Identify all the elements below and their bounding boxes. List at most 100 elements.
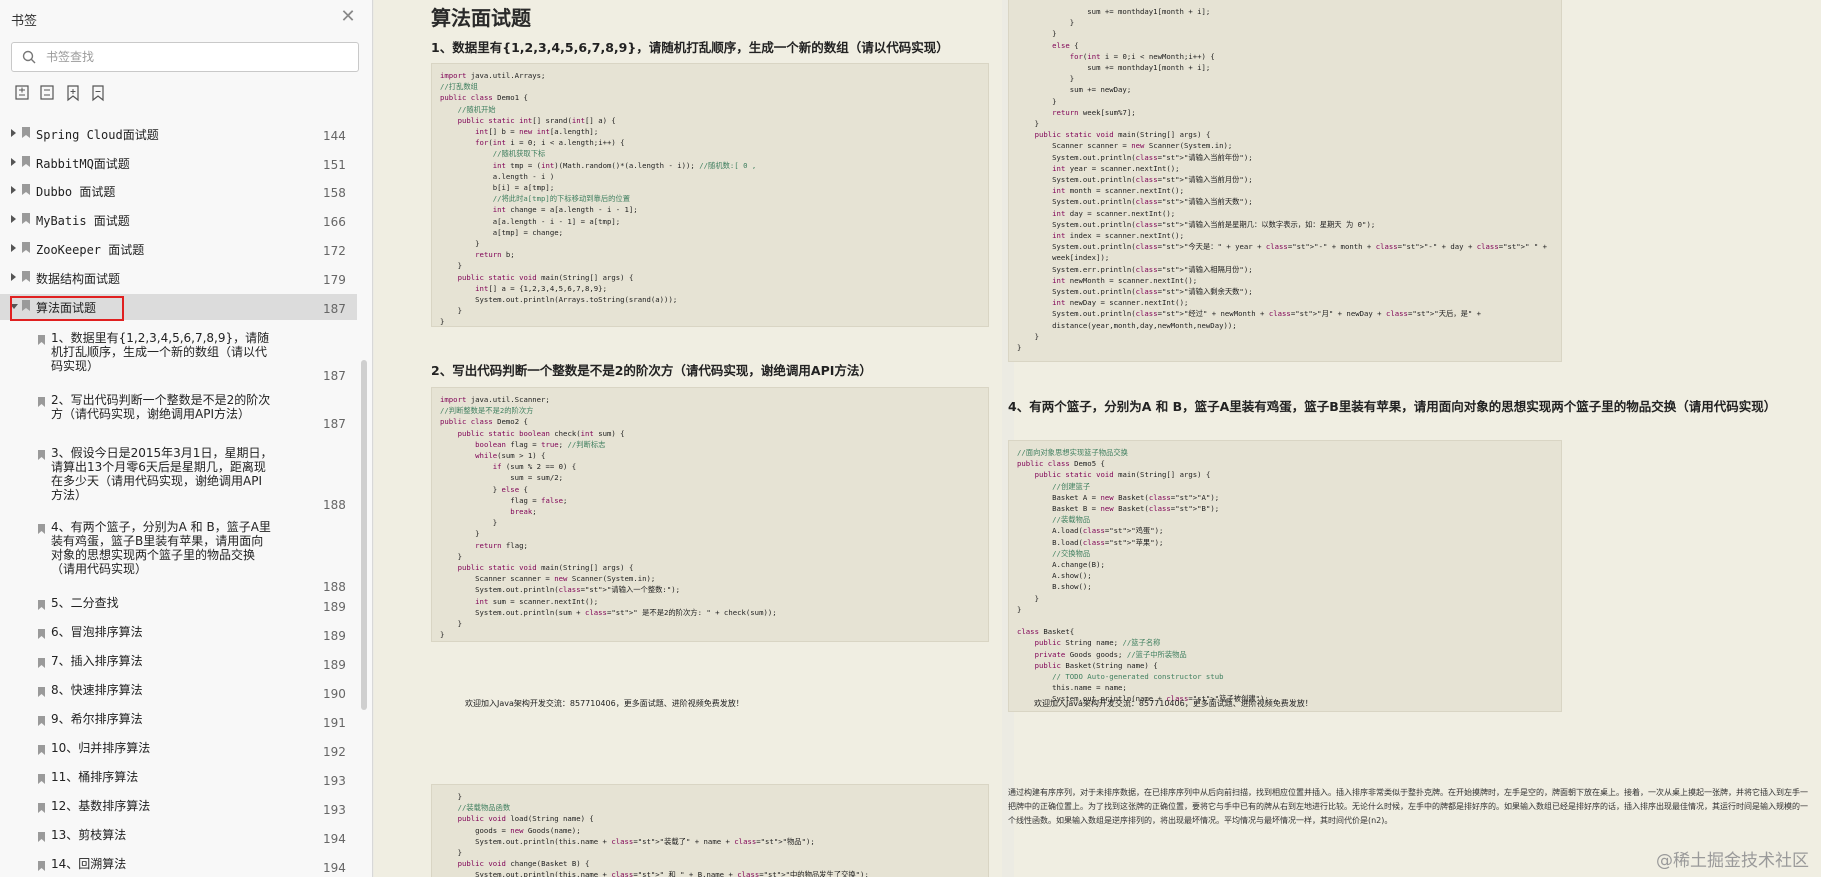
code-block-5: } //装载物品函数 public void load(String name)… — [431, 784, 989, 877]
code-line: } — [440, 317, 445, 327]
bookmark-icon — [38, 335, 45, 345]
code-block-4: //面向对象思想实现篮子物品交换 public class Demo5 { pub… — [1008, 440, 1562, 712]
code-line: sum += newDay; — [1017, 85, 1132, 95]
code-line: System.out.println(this.name + class="st… — [440, 870, 869, 877]
code-line: //装载物品 — [1052, 515, 1091, 525]
bookmark-page-number: 189 — [323, 600, 346, 614]
add-bookmark-icon[interactable] — [64, 84, 82, 102]
code-line: b[i] = a[tmp]; — [440, 183, 555, 193]
bookmark-page-number: 189 — [323, 658, 346, 672]
bookmark-icon — [38, 832, 45, 842]
code-line: B.show(); — [1017, 582, 1092, 592]
collapse-arrow-icon[interactable] — [11, 158, 16, 166]
bookmark-page-number: 192 — [323, 745, 346, 759]
bookmark-label: 14、回溯算法 — [51, 857, 127, 871]
search-icon — [22, 50, 36, 64]
close-icon[interactable]: ✕ — [337, 6, 359, 28]
bookmark-label: 数据结构面试题 — [36, 272, 121, 286]
bookmark-label: 3、假设今日是2015年3月1日，星期日，请算出13个月零6天后是星期几，距离现… — [51, 446, 273, 502]
bookmark-subitem[interactable]: 3、假设今日是2015年3月1日，星期日，请算出13个月零6天后是星期几，距离现… — [0, 446, 357, 514]
code-line: } — [440, 792, 462, 801]
bookmark-subitem[interactable]: 5、二分查找 189 — [0, 596, 357, 616]
code-line: int sum = scanner.nextInt(); — [475, 596, 599, 606]
bookmark-page-number: 158 — [323, 186, 346, 200]
collapse-arrow-icon[interactable] — [11, 215, 16, 223]
code-line: for(int i = 0; i < a.length;i++) { — [475, 138, 625, 148]
code-line: } — [440, 630, 445, 640]
bookmark-item[interactable]: Spring Cloud面试题 144 — [0, 121, 357, 147]
insertion-sort-paragraph: 通过构建有序序列，对于未排序数据，在已排序序列中从后向前扫描，找到相应位置并插入… — [1008, 788, 1808, 825]
bookmark-subitem[interactable]: 10、归并排序算法 192 — [0, 741, 357, 761]
code-line: } — [440, 261, 462, 271]
bookmark-subitem[interactable]: 7、插入排序算法 189 — [0, 654, 357, 674]
bookmark-label: 11、桶排序算法 — [51, 770, 139, 784]
code-line: System.out.println(Arrays.toString(srand… — [440, 295, 678, 305]
bookmark-icon — [22, 127, 30, 138]
bookmark-subitem[interactable]: 11、桶排序算法 193 — [0, 770, 357, 790]
collapse-arrow-icon[interactable] — [11, 186, 16, 194]
bookmark-search-input[interactable] — [46, 47, 346, 67]
bookmark-subitem[interactable]: 8、快速排序算法 190 — [0, 683, 357, 703]
code-line: //交换物品 — [1052, 548, 1091, 558]
code-line: } — [440, 529, 480, 539]
bookmark-subitem[interactable]: 1、数据里有{1,2,3,4,5,6,7,8,9}，请随机打乱顺序，生成一个新的… — [0, 331, 357, 385]
code-line: } — [440, 848, 462, 858]
code-line: public void load(String name) { — [457, 814, 594, 824]
bookmark-item[interactable]: Dubbo 面试题 158 — [0, 178, 357, 204]
bookmark-item[interactable]: 数据结构面试题 179 — [0, 265, 357, 291]
bookmark-item[interactable]: MyBatis 面试题 166 — [0, 207, 357, 233]
code-line: } — [1017, 29, 1057, 39]
code-line: A.show(); — [1017, 571, 1092, 581]
collapse-arrow-icon[interactable] — [11, 129, 16, 137]
code-block-3: sum += monthday1[month + i]; } } else { … — [1008, 0, 1562, 362]
code-line: System.out.println(class="st">"请输入一个整数:"… — [440, 585, 680, 595]
code-line: int index = scanner.nextInt(); — [1052, 231, 1184, 241]
delete-bookmark-icon[interactable] — [89, 84, 107, 102]
code-line: for(int i = 0;i < newMonth;i++) { — [1069, 51, 1215, 61]
expand-all-icon[interactable] — [14, 84, 32, 102]
bookmark-page-number: 187 — [323, 302, 346, 316]
page-heading: 算法面试题 — [431, 6, 531, 30]
bookmark-label: 4、有两个篮子，分别为A 和 B，篮子A里装有鸡蛋，篮子B里装有苹果，请用面向对… — [51, 520, 271, 576]
code-line: System.err.println(class="st">"请输入相隔月份")… — [1017, 264, 1253, 274]
bookmark-label: 2、写出代码判断一个整数是不是2的阶次方（请代码实现，谢绝调用API方法） — [51, 393, 271, 421]
collapse-all-icon[interactable] — [39, 84, 57, 102]
bookmark-page-number: 188 — [323, 580, 346, 594]
code-line: public static int[] srand(int[] a) { — [457, 115, 616, 125]
bookmark-icon — [38, 450, 45, 460]
code-line: Scanner scanner = new Scanner(System.in)… — [440, 574, 656, 584]
bookmark-label: 7、插入排序算法 — [51, 654, 143, 668]
code-line: public String name; //篮子名称 — [1034, 638, 1161, 648]
collapse-arrow-icon[interactable] — [11, 244, 16, 252]
bookmark-label: MyBatis 面试题 — [36, 214, 130, 228]
bookmark-item[interactable]: ZooKeeper 面试题 172 — [0, 236, 357, 262]
bookmark-subitem[interactable]: 12、基数排序算法 193 — [0, 799, 357, 819]
bookmark-page-number: 193 — [323, 803, 346, 817]
code-line: if (sum % 2 == 0) { — [492, 462, 577, 472]
bookmark-search-box[interactable] — [11, 42, 359, 72]
bookmark-subitem[interactable]: 13、剪枝算法 194 — [0, 828, 357, 848]
code-line: int year = scanner.nextInt(); — [1052, 163, 1180, 173]
code-line: // TODO Auto-generated constructor stub — [1052, 672, 1224, 682]
code-line: } — [440, 619, 462, 629]
bookmark-subitem[interactable]: 9、希尔排序算法 191 — [0, 712, 357, 732]
bookmark-label: 9、希尔排序算法 — [51, 712, 143, 726]
bookmark-page-number: 194 — [323, 861, 346, 875]
code-line: System.out.println(this.name + class="st… — [440, 836, 815, 846]
bookmark-subitem[interactable]: 14、回溯算法 194 — [0, 857, 357, 877]
code-line: //面向对象思想实现篮子物品交换 — [1017, 448, 1128, 457]
bookmark-page-number: 188 — [323, 498, 346, 512]
code-line: import java.util.Arrays; — [440, 71, 546, 80]
bookmark-scrollbar[interactable] — [361, 360, 367, 710]
code-line: break; — [510, 507, 537, 517]
bookmark-subitem[interactable]: 2、写出代码判断一个整数是不是2的阶次方（请代码实现，谢绝调用API方法） 187 — [0, 393, 357, 433]
bookmark-subitem[interactable]: 4、有两个篮子，分别为A 和 B，篮子A里装有鸡蛋，篮子B里装有苹果，请用面向对… — [0, 520, 357, 596]
bookmark-label: 5、二分查找 — [51, 596, 119, 610]
code-line: return week[sum%7]; — [1052, 107, 1136, 117]
collapse-arrow-icon[interactable] — [11, 273, 16, 281]
code-line: int day = scanner.nextInt(); — [1052, 208, 1176, 218]
bookmark-label: Spring Cloud面试题 — [36, 128, 159, 142]
bookmark-icon — [38, 524, 45, 534]
bookmark-item[interactable]: RabbitMQ面试题 151 — [0, 150, 357, 176]
bookmark-subitem[interactable]: 6、冒泡排序算法 189 — [0, 625, 357, 645]
